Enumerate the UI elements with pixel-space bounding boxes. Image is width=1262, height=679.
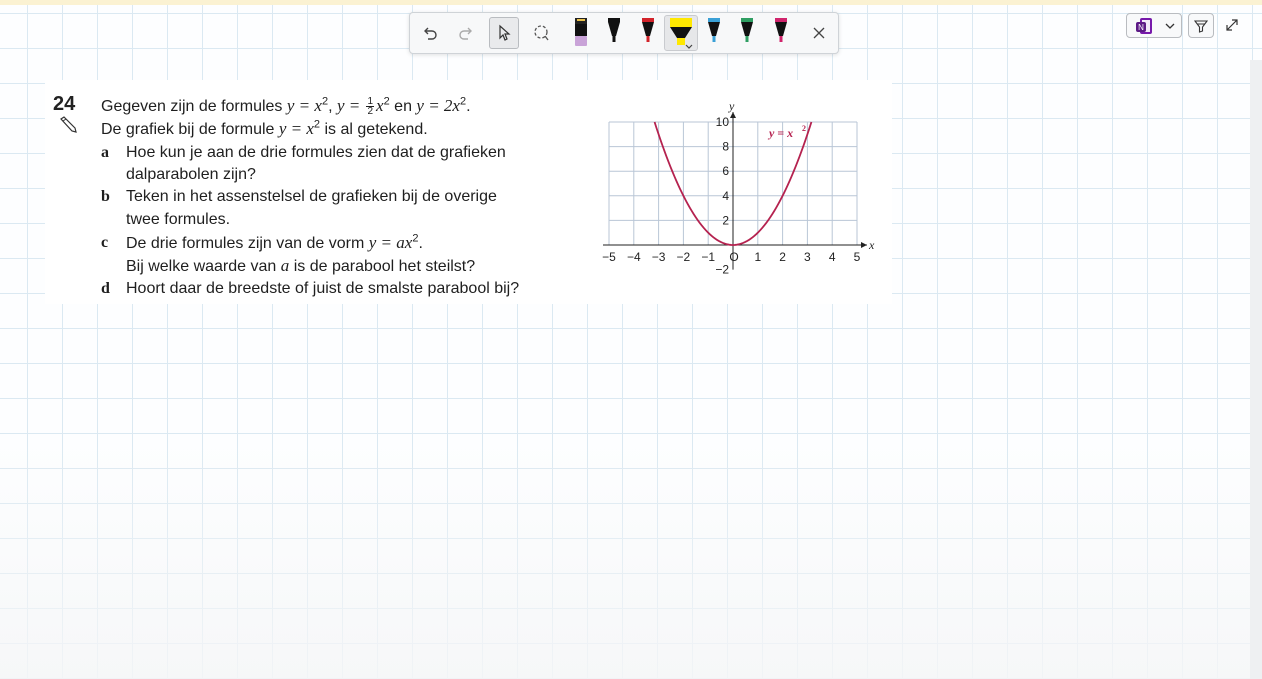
line2-rest: is al getekend. bbox=[320, 121, 428, 138]
question-c-line1: De drie formules zijn van de vorm y = ax… bbox=[126, 233, 423, 254]
question-c-text3: is de parabool het steilst? bbox=[289, 258, 476, 275]
fraction-denominator: 2 bbox=[367, 106, 374, 118]
x-tick-label: −4 bbox=[627, 250, 641, 264]
line2-formula: y = x bbox=[278, 119, 314, 138]
formula-1: y = x bbox=[286, 96, 322, 115]
y-tick-label: −2 bbox=[715, 263, 729, 277]
y-axis-label: y bbox=[728, 99, 735, 113]
pen-icon bbox=[608, 18, 620, 42]
separator: en bbox=[389, 98, 417, 115]
y-tick-label: 2 bbox=[722, 213, 729, 227]
question-a-line2: dalparabolen zijn? bbox=[126, 166, 256, 183]
y-tick-label: 8 bbox=[722, 140, 729, 154]
expand-icon bbox=[1226, 19, 1238, 31]
fraction-half: 12 bbox=[366, 97, 375, 118]
x-tick-label: −1 bbox=[701, 250, 715, 264]
exercise-line-2: De grafiek bij de formule y = x2 is al g… bbox=[101, 119, 428, 140]
question-d-label: d bbox=[101, 280, 110, 297]
x-axis-label: x bbox=[868, 238, 875, 252]
pen-green-button[interactable] bbox=[734, 16, 760, 50]
highlighter-yellow-button[interactable] bbox=[664, 15, 698, 51]
separator: , bbox=[328, 98, 337, 115]
question-b-line1: Teken in het assenstelsel de grafieken b… bbox=[126, 188, 497, 205]
x-tick-label: −2 bbox=[677, 250, 691, 264]
chevron-down-icon bbox=[1165, 23, 1175, 29]
line2-text: De grafiek bij de formule bbox=[101, 121, 279, 138]
redo-icon bbox=[459, 27, 472, 40]
question-c-label: c bbox=[101, 234, 109, 251]
x-tick-label: −5 bbox=[602, 250, 616, 264]
period: . bbox=[466, 98, 471, 115]
variable-a: a bbox=[280, 256, 290, 275]
question-a-line1: Hoe kun je aan de drie formules zien dat… bbox=[126, 144, 506, 161]
close-toolbar-button[interactable] bbox=[804, 17, 834, 49]
question-c-text2: Bij welke waarde van bbox=[126, 258, 281, 275]
pen-icon bbox=[775, 18, 787, 42]
pen-blue-button[interactable] bbox=[701, 16, 727, 50]
x-tick-label: 1 bbox=[754, 250, 761, 264]
app-switcher-dropdown[interactable]: N bbox=[1126, 13, 1182, 38]
intro-text: Gegeven zijn de formules bbox=[101, 98, 287, 115]
undo-button[interactable] bbox=[415, 17, 445, 49]
question-a-label: a bbox=[101, 144, 109, 161]
pen-lavender-button[interactable] bbox=[568, 16, 594, 50]
y-tick-label: 6 bbox=[722, 164, 729, 178]
y-tick-label: 10 bbox=[716, 115, 730, 129]
question-d-line1: Hoort daar de breedste of juist de smals… bbox=[126, 280, 520, 297]
pen-red-button[interactable] bbox=[635, 16, 661, 50]
pen-icon bbox=[741, 18, 753, 42]
formula-2-var: x bbox=[376, 96, 384, 115]
series-label: y = x bbox=[767, 126, 793, 140]
x-tick-label: 5 bbox=[854, 250, 861, 264]
select-arrow-icon bbox=[499, 24, 511, 41]
question-c-line2: Bij welke waarde van a is de parabool he… bbox=[126, 256, 475, 277]
pen-icon bbox=[708, 18, 720, 42]
close-icon bbox=[813, 27, 825, 39]
x-tick-label: 4 bbox=[829, 250, 836, 264]
lasso-icon bbox=[534, 25, 549, 41]
question-c-text: De drie formules zijn van de vorm bbox=[126, 235, 369, 252]
pencil-icon bbox=[60, 116, 77, 133]
parabola-graph: xy−5 −4 −3 −2 −1 O 1 2 3 4 5108642−2y = x2 bbox=[602, 99, 875, 277]
period: . bbox=[418, 235, 423, 252]
exercise-intro: Gegeven zijn de formules y = x 2, y = 12x… bbox=[101, 96, 471, 117]
svg-text:N: N bbox=[1138, 23, 1144, 32]
pen-icon bbox=[575, 18, 587, 46]
series-label-exponent: 2 bbox=[802, 124, 806, 133]
x-axis-arrow bbox=[861, 242, 867, 248]
top-accent-strip bbox=[0, 0, 1262, 5]
x-tick-label: 3 bbox=[804, 250, 811, 264]
filter-button[interactable] bbox=[1188, 13, 1214, 38]
pen-magenta-button[interactable] bbox=[768, 16, 794, 50]
redo-button[interactable] bbox=[451, 17, 481, 49]
undo-icon bbox=[424, 27, 437, 40]
filter-icon bbox=[1194, 19, 1208, 33]
pen-black-button[interactable] bbox=[601, 16, 627, 50]
pen-icon bbox=[642, 18, 654, 42]
onenote-icon: N bbox=[1136, 18, 1152, 34]
question-b-label: b bbox=[101, 188, 110, 205]
formula-2: y = bbox=[336, 96, 365, 115]
vertical-scrollbar[interactable] bbox=[1250, 60, 1262, 679]
select-tool-button[interactable] bbox=[489, 17, 519, 49]
lasso-tool-button[interactable] bbox=[526, 17, 556, 49]
exercise-number: 24 bbox=[53, 93, 76, 115]
expand-button[interactable] bbox=[1222, 15, 1242, 35]
drawing-toolbar bbox=[409, 12, 839, 54]
x-tick-label: O bbox=[729, 250, 738, 264]
question-b-line2: twee formules. bbox=[126, 211, 231, 228]
question-c-formula: y = ax bbox=[368, 233, 413, 252]
formula-3: y = 2x bbox=[416, 96, 460, 115]
y-tick-label: 4 bbox=[722, 189, 729, 203]
x-tick-label: −3 bbox=[652, 250, 666, 264]
highlighter-icon bbox=[670, 18, 693, 49]
x-tick-label: 2 bbox=[779, 250, 786, 264]
